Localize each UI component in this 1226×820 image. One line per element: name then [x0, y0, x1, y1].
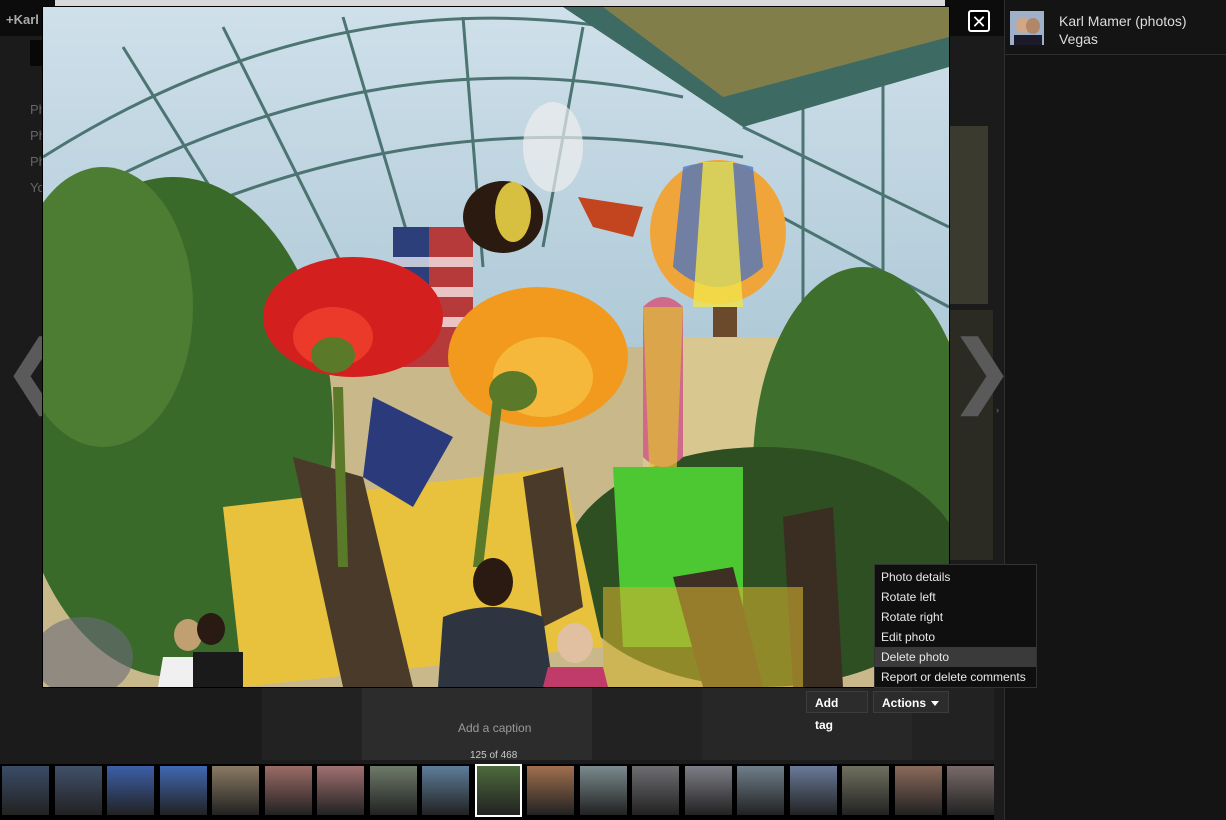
album-name[interactable]: Vegas — [1059, 31, 1098, 47]
background-image — [948, 126, 988, 304]
actions-button[interactable]: Actions — [873, 691, 949, 713]
photo-sidebar: Karl Mamer (photos) Vegas — [1004, 0, 1226, 820]
photo-counter: 125 of 468 — [470, 750, 518, 761]
filmstrip-thumbnail-current[interactable] — [474, 764, 522, 817]
filmstrip-thumbnail[interactable] — [317, 766, 364, 815]
filmstrip-thumbnail[interactable] — [107, 766, 154, 815]
caption-input[interactable]: Add a caption — [458, 721, 531, 735]
menu-item-edit-photo[interactable]: Edit photo — [875, 627, 1036, 647]
filmstrip-thumbnail[interactable] — [894, 766, 942, 815]
main-photo[interactable] — [42, 6, 950, 688]
filmstrip-thumbnail[interactable] — [579, 766, 627, 815]
filmstrip-thumbnail[interactable] — [737, 766, 784, 815]
filmstrip-thumbnail[interactable] — [947, 766, 994, 815]
filmstrip-thumbnail[interactable] — [54, 766, 102, 815]
filmstrip-thumbnail[interactable] — [527, 766, 574, 815]
filmstrip-thumbnail[interactable] — [212, 766, 259, 815]
background-profile-link: +Karl — [6, 12, 39, 27]
filmstrip-thumbnail[interactable] — [789, 766, 837, 815]
filmstrip-thumbnail[interactable] — [2, 766, 49, 815]
menu-item-rotate-left[interactable]: Rotate left — [875, 587, 1036, 607]
filmstrip — [0, 764, 994, 820]
filmstrip-thumbnail[interactable] — [632, 766, 679, 815]
close-icon[interactable]: ✕ — [968, 10, 990, 32]
owner-name[interactable]: Karl Mamer (photos) — [1059, 13, 1187, 29]
filmstrip-thumbnail[interactable] — [264, 766, 312, 815]
menu-item-delete-photo[interactable]: Delete photo — [875, 647, 1036, 667]
filmstrip-thumbnail[interactable] — [842, 766, 889, 815]
owner-header: Karl Mamer (photos) Vegas — [1005, 0, 1226, 55]
actions-menu: Photo details Rotate left Rotate right E… — [874, 564, 1037, 688]
menu-item-report-comments[interactable]: Report or delete comments — [875, 667, 1036, 687]
menu-item-rotate-right[interactable]: Rotate right — [875, 607, 1036, 627]
menu-item-photo-details[interactable]: Photo details — [875, 567, 1036, 587]
avatar[interactable] — [1010, 11, 1044, 45]
caret-down-icon — [931, 701, 940, 707]
add-tag-button[interactable]: Add tag — [806, 691, 868, 732]
background-box — [30, 40, 42, 66]
chevron-right-icon[interactable]: › — [996, 405, 999, 415]
filmstrip-thumbnail[interactable] — [369, 766, 417, 815]
actions-label: Actions — [882, 696, 927, 710]
filmstrip-thumbnail[interactable] — [159, 766, 207, 815]
filmstrip-thumbnail[interactable] — [422, 766, 469, 815]
filmstrip-thumbnail[interactable] — [684, 766, 732, 815]
